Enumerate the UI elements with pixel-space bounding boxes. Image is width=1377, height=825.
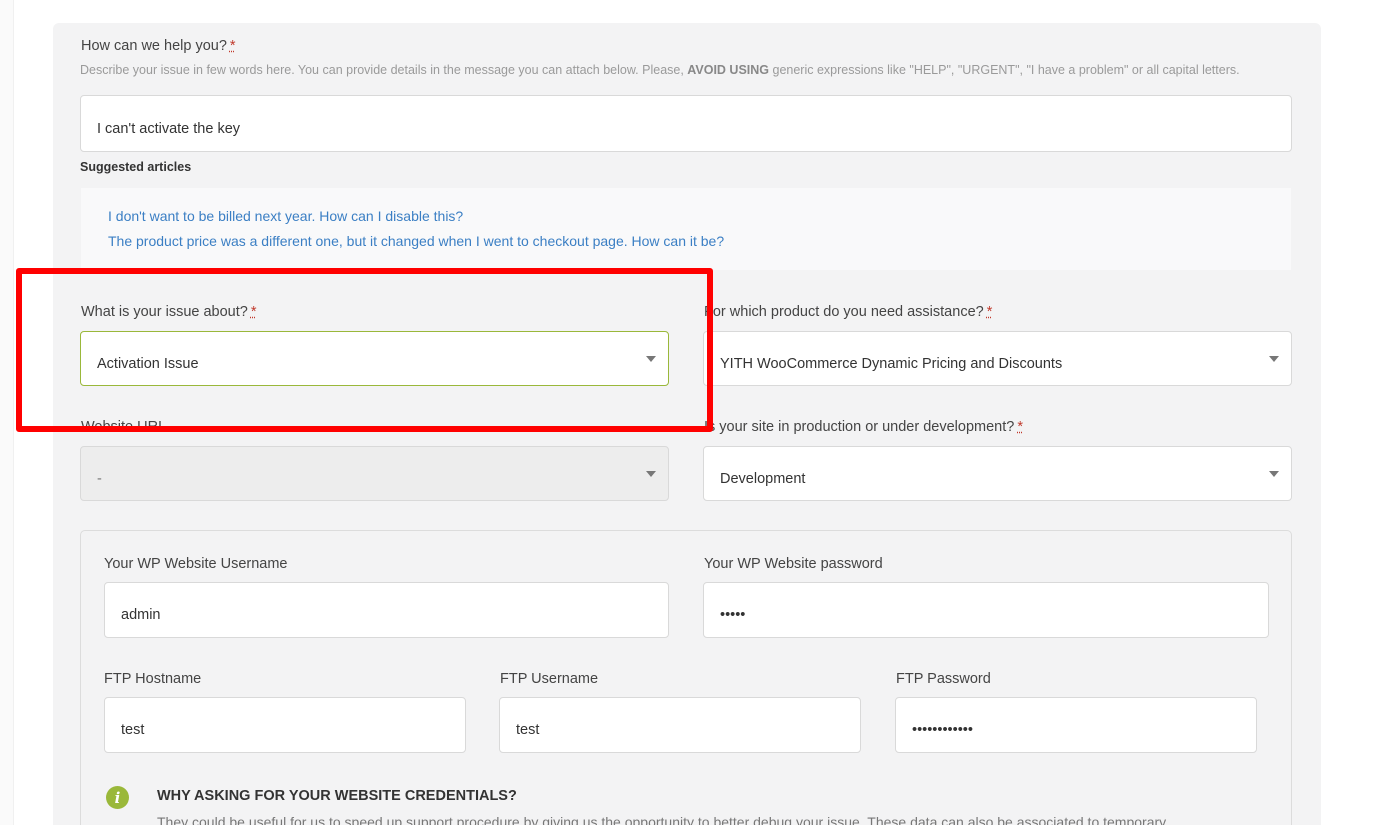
info-icon: i [106, 786, 129, 809]
ftp-password-label: FTP Password [896, 671, 991, 687]
left-strip [0, 0, 14, 825]
website-url-label: Website URL [81, 419, 167, 435]
dropdown-caret-icon [646, 470, 656, 477]
required-mark: * [250, 304, 257, 320]
wp-username-label: Your WP Website Username [104, 556, 288, 572]
help-description: Describe your issue in few words here. Y… [80, 63, 1240, 77]
ftp-username-label: FTP Username [500, 671, 599, 687]
issue-type-select[interactable]: Activation Issue [80, 331, 669, 386]
credentials-box [80, 530, 1292, 825]
suggested-article-link[interactable]: I don't want to be billed next year. How… [108, 208, 463, 224]
wp-username-input[interactable]: admin [104, 582, 669, 638]
suggested-articles-box [81, 188, 1291, 270]
required-mark: * [229, 38, 236, 54]
ftp-hostname-input[interactable]: test [104, 697, 466, 753]
required-mark: * [986, 304, 993, 320]
product-label: For which product do you need assistance… [704, 304, 993, 320]
required-mark: * [1017, 419, 1023, 435]
ftp-username-input[interactable]: test [499, 697, 861, 753]
site-status-select[interactable]: Development [703, 446, 1292, 501]
wp-password-input[interactable]: ••••• [703, 582, 1269, 638]
help-question-label: How can we help you? * [81, 38, 236, 54]
suggested-articles-title: Suggested articles [80, 160, 192, 174]
ftp-password-input[interactable]: •••••••••••• [895, 697, 1257, 753]
dropdown-caret-icon [646, 355, 656, 362]
suggested-article-link[interactable]: The product price was a different one, b… [108, 233, 724, 249]
subject-input[interactable]: I can't activate the key [80, 95, 1292, 152]
dropdown-caret-icon [1269, 470, 1279, 477]
website-url-select[interactable]: - [80, 446, 669, 501]
dropdown-caret-icon [1269, 355, 1279, 362]
credentials-info-text: They could be useful for us to speed up … [157, 814, 1167, 825]
site-status-label: Is your site in production or under deve… [704, 419, 1023, 435]
ftp-hostname-label: FTP Hostname [104, 671, 202, 687]
product-select[interactable]: YITH WooCommerce Dynamic Pricing and Dis… [703, 331, 1292, 386]
wp-password-label: Your WP Website password [704, 556, 883, 572]
issue-type-label: What is your issue about? * [81, 304, 257, 320]
credentials-info-title: WHY ASKING FOR YOUR WEBSITE CREDENTIALS? [157, 788, 517, 804]
